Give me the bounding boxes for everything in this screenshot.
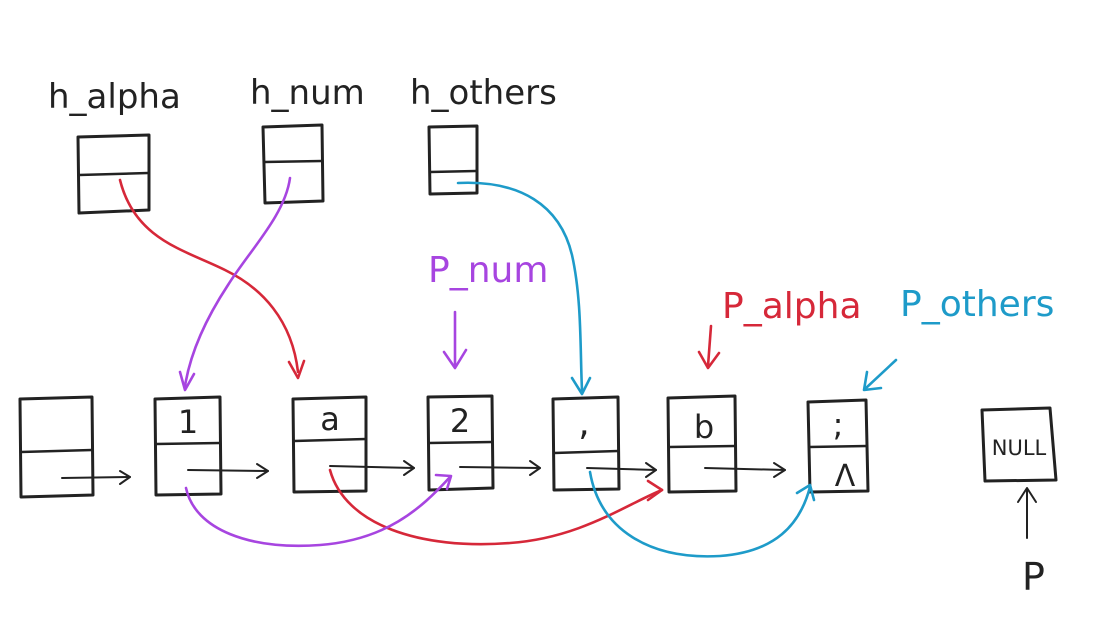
node-value: 2 [450, 402, 470, 440]
node-value: a [320, 400, 340, 438]
next-links [61, 460, 786, 485]
null-box-label: NULL [992, 436, 1047, 460]
pointer-p-alpha: P_alpha [697, 286, 862, 370]
pointer-p: P [1017, 487, 1045, 599]
pointer-label-p-others: P_others [900, 284, 1054, 325]
node-value: , [578, 403, 589, 444]
null-box: NULL [980, 406, 1058, 483]
pointer-p-num: P_num [428, 250, 548, 370]
node-2: a [291, 395, 368, 494]
head-label-num: h_num [250, 73, 365, 113]
null-next-marker: Λ [835, 459, 856, 494]
node-6: ; Λ [806, 398, 870, 494]
node-5: b [666, 394, 738, 494]
pointer-p-others: P_others [862, 284, 1054, 392]
node-value: ; [833, 406, 844, 444]
linked-list-diagram: h_alpha h_num h_others 1 a 2 , b ; Λ P_n… [18, 73, 1058, 599]
head-label-others: h_others [410, 73, 557, 113]
head-box-alpha [76, 133, 151, 215]
pointer-label-p-num: P_num [428, 250, 548, 291]
node-value: 1 [178, 403, 198, 441]
node-0 [18, 395, 95, 499]
pointer-label-p-alpha: P_alpha [722, 286, 862, 327]
node-4: , [551, 395, 621, 492]
pointer-label-p: P [1022, 555, 1045, 599]
node-value: b [694, 408, 714, 446]
node-1: 1 [153, 395, 223, 497]
head-label-alpha: h_alpha [48, 77, 181, 117]
head-box-num [261, 123, 325, 205]
others-chain [456, 181, 816, 558]
